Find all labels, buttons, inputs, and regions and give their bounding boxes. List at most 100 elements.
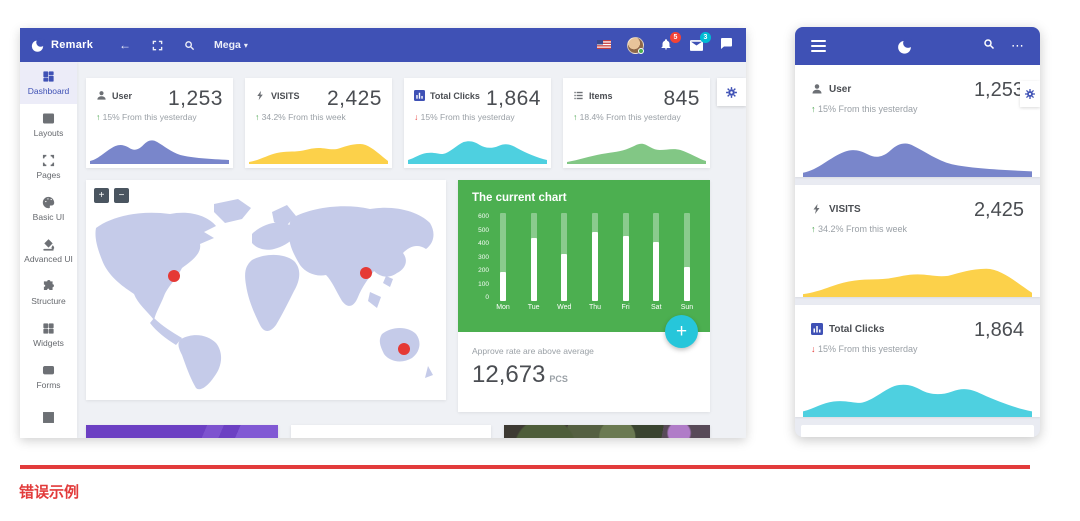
y-tick: 200 <box>478 267 489 274</box>
sparkline-visits <box>249 130 388 164</box>
x-tick: Mon <box>494 304 512 311</box>
online-status-dot <box>638 48 644 54</box>
y-tick: 400 <box>478 240 489 247</box>
mobile-settings-gear-button[interactable] <box>1020 81 1040 107</box>
brand[interactable]: Remark <box>20 38 96 53</box>
stat-card-total-clicks: Total Clicks 1,864 ↓ 15% From this yeste… <box>404 78 551 168</box>
current-chart-section: The current chart 6005004003002001000 Mo… <box>458 180 710 332</box>
language-flag-icon[interactable] <box>597 36 611 54</box>
pages-icon <box>42 154 55 167</box>
sparkline-user <box>803 129 1032 177</box>
stat-delta: ↑ 18.4% From this yesterday <box>573 112 700 122</box>
bottom-cards-row <box>86 425 710 438</box>
sidebar-item-basic-ui[interactable]: Basic UI <box>20 188 77 230</box>
add-fab-button[interactable]: + <box>665 315 698 348</box>
puzzle-icon <box>42 280 55 293</box>
main-dashboard-window: Remark ← Mega ▾ <box>20 28 746 438</box>
chat-icon[interactable] <box>720 36 732 54</box>
stat-delta: ↑ 15% From this yesterday <box>811 104 1024 114</box>
lightning-icon <box>811 203 823 215</box>
x-tick: Wed <box>555 304 573 311</box>
y-tick: 500 <box>478 227 489 234</box>
chevron-down-icon: ▾ <box>244 41 248 50</box>
stat-card-items: Items 845 ↑ 18.4% From this yesterday <box>563 78 710 168</box>
bar-chart-icon <box>414 90 425 101</box>
notification-count-badge: 5 <box>670 32 681 43</box>
red-divider-line <box>20 465 1030 469</box>
comment-icon <box>42 364 55 377</box>
sidebar-item-widgets[interactable]: Widgets <box>20 314 77 356</box>
sidebar-item-structure[interactable]: Structure <box>20 272 77 314</box>
more-options-icon[interactable]: ⋯ <box>1011 38 1024 54</box>
sidebar-item-tables[interactable] <box>20 398 77 438</box>
list-icon <box>573 90 584 101</box>
world-map-card: + − <box>86 180 446 400</box>
bar-Thu <box>592 213 598 301</box>
sparkline-clicks <box>408 130 547 164</box>
user-avatar[interactable] <box>627 37 644 54</box>
dashboard-icon <box>42 70 55 83</box>
stat-value: 845 <box>663 87 700 111</box>
lightning-icon <box>255 90 266 101</box>
sidebar-item-dashboard[interactable]: Dashboard <box>20 62 77 104</box>
sparkline-user <box>90 130 229 164</box>
stat-value: 1,864 <box>974 319 1024 342</box>
sidebar-item-layouts[interactable]: Layouts <box>20 104 77 146</box>
map-zoom-in-button[interactable]: + <box>94 188 109 203</box>
bar-Mon <box>500 213 506 301</box>
search-icon[interactable] <box>182 38 196 52</box>
up-arrow-icon: ↑ <box>96 112 100 122</box>
stat-value: 2,425 <box>974 199 1024 222</box>
settings-gear-button[interactable] <box>717 78 746 106</box>
purple-card-partial[interactable] <box>86 425 278 438</box>
x-tick: Sun <box>678 304 696 311</box>
x-tick: Fri <box>617 304 635 311</box>
approve-unit: PCS <box>549 374 568 384</box>
person-icon <box>96 90 107 101</box>
world-map[interactable] <box>86 180 446 400</box>
gear-icon <box>1024 88 1036 100</box>
white-card-partial[interactable] <box>291 425 491 438</box>
mobile-preview-panel: ⋯ User 1,253 ↑ 15% From this yesterday <box>795 27 1040 437</box>
messages-button[interactable]: 3 <box>690 38 704 52</box>
error-example-caption: 错误示例 <box>19 481 79 502</box>
gear-icon <box>725 86 738 99</box>
y-tick: 600 <box>478 213 489 220</box>
brand-name: Remark <box>51 39 93 51</box>
fullscreen-icon[interactable] <box>150 38 164 52</box>
sidebar-item-forms[interactable]: Forms <box>20 356 77 398</box>
up-arrow-icon: ↑ <box>255 112 259 122</box>
chart-y-axis: 6005004003002001000 <box>472 213 494 301</box>
dashboard-content: User 1,253 ↑ 15% From this yesterday <box>77 62 746 438</box>
photo-card-partial[interactable] <box>504 425 710 438</box>
down-arrow-icon: ↓ <box>811 344 816 354</box>
sidebar-item-pages[interactable]: Pages <box>20 146 77 188</box>
screenshot-stage: Remark ← Mega ▾ <box>0 0 1080 521</box>
table-icon <box>42 411 55 424</box>
bar-chart-icon <box>811 323 823 335</box>
hamburger-menu-icon[interactable] <box>811 37 826 55</box>
remark-logo-icon <box>896 38 913 55</box>
mobile-navbar: ⋯ <box>795 27 1040 65</box>
chart-x-axis: MonTueWedThuFriSatSun <box>494 304 696 311</box>
stat-value: 1,864 <box>486 87 541 111</box>
mega-menu[interactable]: Mega ▾ <box>214 39 248 51</box>
mobile-stat-card-visits: VISITS 2,425 ↑ 34.2% From this week <box>795 185 1040 297</box>
notifications-bell[interactable]: 5 <box>660 38 674 52</box>
bar-Sat <box>653 213 659 301</box>
bar-Tue <box>531 213 537 301</box>
stat-delta: ↑ 34.2% From this week <box>811 224 1024 234</box>
ink-fill-icon <box>42 238 55 251</box>
bar-Fri <box>623 213 629 301</box>
chart-title: The current chart <box>472 192 696 204</box>
down-arrow-icon: ↓ <box>414 112 418 122</box>
sidebar-item-advanced-ui[interactable]: Advanced UI <box>20 230 77 272</box>
back-arrow-icon[interactable]: ← <box>118 38 132 52</box>
stat-card-user: User 1,253 ↑ 15% From this yesterday <box>86 78 233 168</box>
x-tick: Sat <box>647 304 665 311</box>
search-icon[interactable] <box>983 37 995 55</box>
approve-text: Approve rate are above average <box>472 346 696 356</box>
stat-delta: ↑ 34.2% From this week <box>255 112 382 122</box>
map-zoom-out-button[interactable]: − <box>114 188 129 203</box>
palette-icon <box>42 196 55 209</box>
